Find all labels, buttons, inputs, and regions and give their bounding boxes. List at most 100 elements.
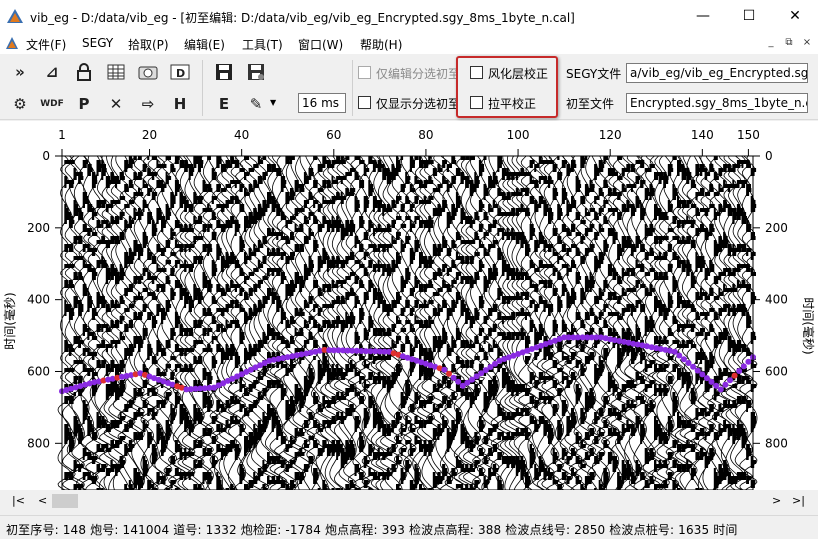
- trace-fill: [396, 372, 400, 376]
- trace-fill: [147, 356, 150, 360]
- trace-fill: [686, 344, 689, 348]
- trace-fill: [607, 232, 613, 236]
- menu-window[interactable]: 窗口(W): [298, 36, 343, 53]
- menu-help[interactable]: 帮助(H): [360, 36, 402, 53]
- trace-fill: [225, 320, 228, 324]
- mdi-close-button[interactable]: ×: [800, 37, 814, 49]
- trace-fill: [87, 372, 91, 376]
- trace-fill: [525, 356, 531, 360]
- show-only-checkbox[interactable]: [358, 96, 371, 109]
- menu-segy[interactable]: SEGY: [82, 36, 113, 50]
- trace-fill: [174, 264, 178, 268]
- trace-fill: [368, 284, 374, 288]
- trace-fill: [621, 244, 627, 248]
- trace-fill: [82, 364, 86, 368]
- trace-fill: [561, 228, 567, 232]
- settings-icon[interactable]: ⚙: [8, 92, 32, 116]
- trace-fill: [271, 380, 277, 384]
- trace-fill: [732, 436, 737, 440]
- trace-fill: [460, 300, 465, 304]
- trace-fill: [105, 304, 110, 308]
- trace-fill: [644, 360, 647, 364]
- trace-fill: [96, 416, 101, 420]
- chevron-down-icon[interactable]: ▼: [270, 98, 276, 107]
- menu-pick[interactable]: 拾取(P): [128, 36, 169, 53]
- trace-fill: [386, 304, 392, 308]
- trace-fill: [124, 356, 127, 360]
- trace-fill: [677, 200, 683, 204]
- trace-fill: [497, 292, 503, 296]
- trace-fill: [409, 344, 413, 348]
- trace-fill: [644, 192, 651, 196]
- trace-fill: [584, 288, 589, 292]
- trace-fill: [151, 280, 155, 284]
- trace-fill: [257, 424, 263, 428]
- trace-fill: [677, 204, 681, 208]
- trace-fill: [225, 160, 230, 164]
- trace-fill: [460, 468, 466, 472]
- trace-fill: [294, 332, 300, 336]
- firstbreak-file-field[interactable]: Encrypted.sgy_8ms_1byte_n.cal: [626, 93, 808, 113]
- maximize-button[interactable]: ☐: [726, 0, 772, 32]
- trace-fill: [677, 468, 682, 472]
- wdf-icon[interactable]: WDF: [40, 92, 64, 116]
- trace-fill: [520, 188, 526, 192]
- trace-fill: [465, 312, 471, 316]
- grid-icon[interactable]: [104, 60, 128, 84]
- export-icon[interactable]: ⇨: [136, 92, 160, 116]
- x-tool-icon[interactable]: ✕: [104, 92, 128, 116]
- trace-fill: [174, 468, 179, 472]
- trace-fill: [644, 408, 651, 412]
- mdi-restore-button[interactable]: ⧉: [782, 37, 796, 49]
- minimize-button[interactable]: —: [680, 0, 726, 32]
- trace-fill: [276, 460, 282, 464]
- app-menu-icon[interactable]: [5, 36, 19, 50]
- trace-fill: [142, 244, 147, 248]
- h-tool-icon[interactable]: H: [168, 92, 192, 116]
- trace-fill: [529, 264, 536, 268]
- save-icon[interactable]: [212, 60, 236, 84]
- trace-fill: [101, 240, 106, 244]
- trace-fill: [488, 428, 494, 432]
- trace-fill: [455, 252, 459, 256]
- pen-icon[interactable]: ✎: [244, 92, 268, 116]
- trace-fill: [230, 324, 233, 328]
- trace-fill: [460, 256, 465, 260]
- trace-fill: [465, 360, 470, 364]
- menu-file[interactable]: 文件(F): [26, 36, 66, 53]
- trace-fill: [654, 364, 657, 368]
- edit-only-checkbox[interactable]: [358, 66, 371, 79]
- p-tool-icon[interactable]: P: [72, 92, 96, 116]
- trace-fill: [207, 476, 213, 480]
- trace-fill: [133, 156, 137, 160]
- trace-fill: [64, 432, 70, 436]
- trace-fill: [501, 260, 507, 264]
- fast-forward-icon[interactable]: »: [8, 60, 32, 84]
- trace-fill: [718, 336, 724, 340]
- trace-fill: [686, 240, 691, 244]
- trace-fill: [142, 272, 146, 276]
- trace-fill: [156, 244, 161, 248]
- trace-fill: [686, 204, 690, 208]
- trace-fill: [612, 296, 617, 300]
- camera-icon[interactable]: [136, 60, 160, 84]
- display-mode-icon[interactable]: D: [168, 60, 192, 84]
- trace-fill: [216, 444, 221, 448]
- menu-edit[interactable]: 编辑(E): [184, 36, 225, 53]
- edit-icon[interactable]: E: [212, 92, 236, 116]
- time-interval-field[interactable]: 16 ms: [298, 93, 346, 113]
- menu-tools[interactable]: 工具(T): [242, 36, 283, 53]
- lock-icon[interactable]: [72, 60, 96, 84]
- segy-file-field[interactable]: a/vib_eg/vib_eg_Encrypted.sgy: [626, 63, 808, 83]
- trace-fill: [267, 228, 271, 232]
- seismic-plot[interactable]: 1 20 40 60 80 100 120 140 150 0 0200 200400 400600 6…: [0, 121, 818, 492]
- save-as-icon[interactable]: [244, 60, 268, 84]
- trace-fill: [658, 212, 664, 216]
- trace-fill: [326, 228, 331, 232]
- trace-fill: [115, 268, 118, 272]
- trace-fill: [174, 448, 180, 452]
- close-button[interactable]: ✕: [772, 0, 818, 32]
- mdi-minimize-button[interactable]: _: [764, 37, 778, 49]
- pick-icon[interactable]: ⊿: [40, 60, 64, 84]
- trace-fill: [497, 256, 502, 260]
